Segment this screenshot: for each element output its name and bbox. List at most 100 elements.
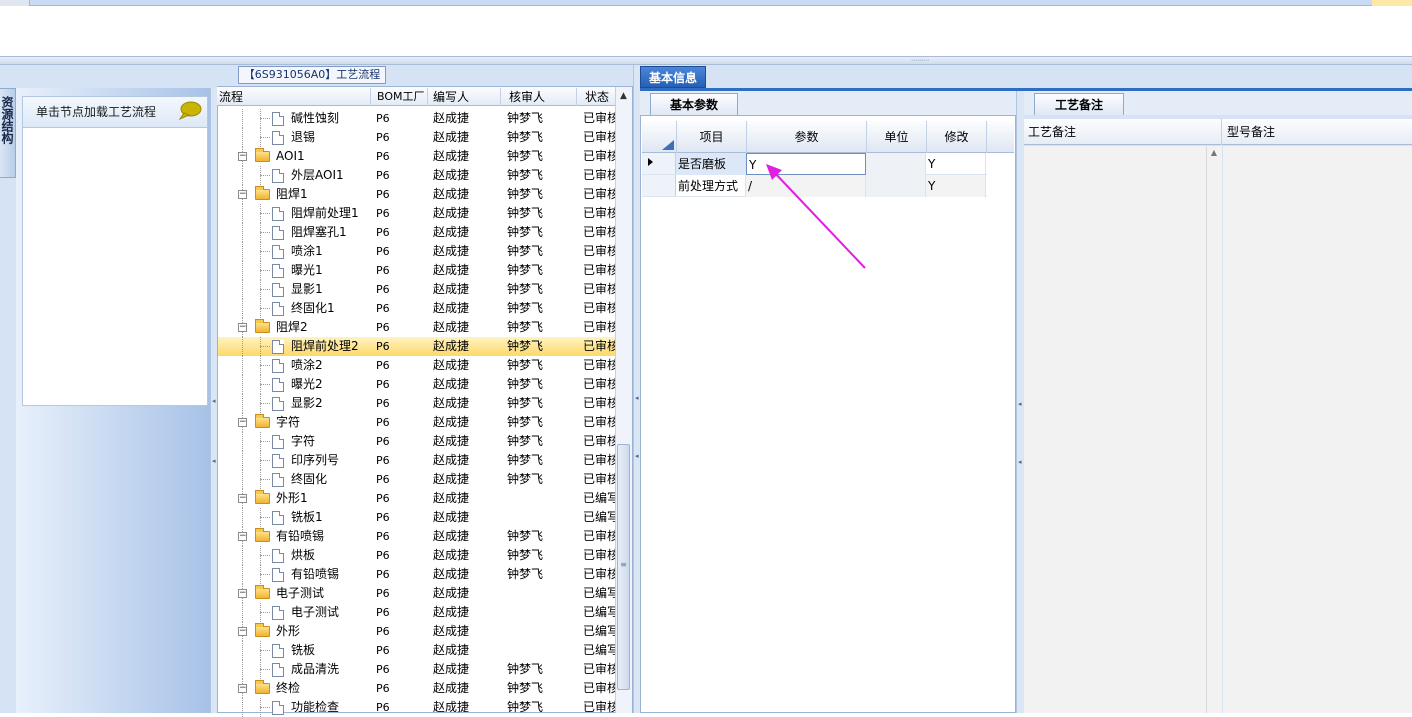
tree-cell-flow: 终固化1 bbox=[291, 301, 335, 315]
tree-cell-checker: 钟梦飞 bbox=[507, 662, 544, 676]
col-header-checker[interactable]: 核审人 bbox=[507, 88, 577, 106]
tree-cell-checker: 钟梦飞 bbox=[507, 130, 544, 144]
process-notes-scrollbar[interactable] bbox=[1206, 146, 1222, 713]
model-notes-textarea[interactable] bbox=[1223, 146, 1412, 713]
tree-row[interactable]: 电子测试 P6 赵成捷 已编写 bbox=[218, 603, 615, 622]
tree-row[interactable]: 喷涂1 P6 赵成捷 钟梦飞 已审核 bbox=[218, 242, 615, 261]
right-vertical-splitter[interactable]: ◂ ◂ bbox=[1016, 91, 1024, 713]
tree-row[interactable]: 显影2 P6 赵成捷 钟梦飞 已审核 bbox=[218, 394, 615, 413]
param-unit[interactable] bbox=[866, 175, 926, 197]
tree-row[interactable]: 功能检查 P6 赵成捷 钟梦飞 已审核 bbox=[218, 698, 615, 717]
process-notes-textarea[interactable] bbox=[1024, 146, 1222, 713]
tab-process-notes[interactable]: 工艺备注 bbox=[1034, 93, 1124, 115]
speech-bubble-icon bbox=[178, 101, 202, 121]
tree-cell-flow: 电子测试 bbox=[291, 605, 340, 619]
tree-row[interactable]: − 有铅喷锡 P6 赵成捷 钟梦飞 已审核 bbox=[218, 527, 615, 546]
middle-vertical-splitter[interactable]: ◂ ◂ bbox=[633, 65, 640, 713]
tree-row[interactable]: − 电子测试 P6 赵成捷 已编写 bbox=[218, 584, 615, 603]
tree-row[interactable]: − 外形1 P6 赵成捷 已编写 bbox=[218, 489, 615, 508]
scroll-up-icon[interactable]: ▲ bbox=[615, 88, 632, 104]
tree-cell-status: 已审核 bbox=[583, 415, 615, 429]
tree-cell-bom: P6 bbox=[376, 454, 390, 467]
tree-row[interactable]: 退锡 P6 赵成捷 钟梦飞 已审核 bbox=[218, 128, 615, 147]
tree-row[interactable]: − 终检 P6 赵成捷 钟梦飞 已审核 bbox=[218, 679, 615, 698]
tree-row[interactable]: 烘板 P6 赵成捷 钟梦飞 已审核 bbox=[218, 546, 615, 565]
splitter-grip-icon[interactable]: ⋯⋯⋯ bbox=[888, 58, 952, 64]
params-col-unit[interactable]: 单位 bbox=[867, 121, 927, 153]
tree-row[interactable]: 铣板 P6 赵成捷 已编写 bbox=[218, 641, 615, 660]
col-header-author[interactable]: 编写人 bbox=[431, 88, 501, 106]
tree-cell-flow: 阻焊2 bbox=[276, 320, 308, 334]
tree-cell-author: 赵成捷 bbox=[433, 510, 470, 524]
tree-cell-bom: P6 bbox=[376, 549, 390, 562]
tree-cell-author: 赵成捷 bbox=[433, 567, 470, 581]
tree-row[interactable]: − 阻焊2 P6 赵成捷 钟梦飞 已审核 bbox=[218, 318, 615, 337]
tree-cell-status: 已审核 bbox=[583, 700, 615, 714]
tree-row[interactable]: 喷涂2 P6 赵成捷 钟梦飞 已审核 bbox=[218, 356, 615, 375]
tree-cell-bom: P6 bbox=[376, 321, 390, 334]
tree-row[interactable]: 显影1 P6 赵成捷 钟梦飞 已审核 bbox=[218, 280, 615, 299]
tree-row[interactable]: 碱性蚀刻 P6 赵成捷 钟梦飞 已审核 bbox=[218, 109, 615, 128]
tree-cell-checker: 钟梦飞 bbox=[507, 472, 544, 486]
tree-cell-author: 赵成捷 bbox=[433, 700, 470, 714]
tree-cell-author: 赵成捷 bbox=[433, 586, 470, 600]
params-col-item[interactable]: 项目 bbox=[677, 121, 747, 153]
tree-cell-author: 赵成捷 bbox=[433, 244, 470, 258]
tree-row[interactable]: − 外形 P6 赵成捷 已编写 bbox=[218, 622, 615, 641]
notes-scroll-up-icon[interactable]: ▲ bbox=[1206, 148, 1222, 157]
tree-cell-flow: 阻焊前处理1 bbox=[291, 206, 359, 220]
tree-cell-bom: P6 bbox=[376, 188, 390, 201]
left-vertical-splitter[interactable]: ◂ ◂ bbox=[210, 88, 217, 713]
col-header-bom[interactable]: BOM工厂 bbox=[375, 88, 428, 106]
tree-cell-flow: 退锡 bbox=[291, 130, 316, 144]
tree-cell-status: 已审核 bbox=[583, 472, 615, 486]
tree-cell-flow: 烘板 bbox=[291, 548, 316, 562]
param-modify[interactable]: Y bbox=[926, 153, 986, 175]
tree-row[interactable]: 阻焊前处理1 P6 赵成捷 钟梦飞 已审核 bbox=[218, 204, 615, 223]
param-item[interactable]: 是否磨板 bbox=[676, 153, 746, 175]
tree-cell-checker: 钟梦飞 bbox=[507, 339, 544, 353]
tree-cell-status: 已审核 bbox=[583, 396, 615, 410]
tree-cell-flow: 阻焊塞孔1 bbox=[291, 225, 347, 239]
tree-cell-checker bbox=[507, 508, 577, 527]
tree-cell-bom: P6 bbox=[376, 625, 390, 638]
tree-row[interactable]: 字符 P6 赵成捷 钟梦飞 已审核 bbox=[218, 432, 615, 451]
tree-row[interactable]: − 字符 P6 赵成捷 钟梦飞 已审核 bbox=[218, 413, 615, 432]
param-item[interactable]: 前处理方式 bbox=[676, 175, 746, 197]
tree-row[interactable]: 铣板1 P6 赵成捷 已编写 bbox=[218, 508, 615, 527]
tree-row[interactable]: 有铅喷锡 P6 赵成捷 钟梦飞 已审核 bbox=[218, 565, 615, 584]
tree-cell-flow: 曝光1 bbox=[291, 263, 323, 277]
tree-cell-status: 已审核 bbox=[583, 681, 615, 695]
tree-row[interactable]: 曝光2 P6 赵成捷 钟梦飞 已审核 bbox=[218, 375, 615, 394]
tree-cell-status: 已审核 bbox=[583, 263, 615, 277]
tree-row[interactable]: 外层AOI1 P6 赵成捷 钟梦飞 已审核 bbox=[218, 166, 615, 185]
col-header-flow[interactable]: 流程 bbox=[217, 88, 371, 106]
tree-row[interactable]: 印序列号 P6 赵成捷 钟梦飞 已审核 bbox=[218, 451, 615, 470]
param-unit[interactable] bbox=[866, 153, 926, 175]
params-col-param[interactable]: 参数 bbox=[747, 121, 867, 153]
param-modify[interactable]: Y bbox=[926, 175, 986, 197]
tree-caption: 【6S931056A0】工艺流程 bbox=[238, 66, 386, 84]
tree-row[interactable]: 阻焊塞孔1 P6 赵成捷 钟梦飞 已审核 bbox=[218, 223, 615, 242]
tab-basic-params[interactable]: 基本参数 bbox=[650, 93, 738, 115]
tree-row[interactable]: 成品清洗 P6 赵成捷 钟梦飞 已审核 bbox=[218, 660, 615, 679]
tree-cell-author: 赵成捷 bbox=[433, 111, 470, 125]
tab-basic-info[interactable]: 基本信息 bbox=[640, 66, 706, 88]
col-header-status[interactable]: 状态 bbox=[583, 88, 615, 106]
tree-row[interactable]: 阻焊前处理2 P6 赵成捷 钟梦飞 已审核 bbox=[218, 337, 615, 356]
tree-cell-checker bbox=[507, 584, 577, 603]
tree-row[interactable]: 终固化1 P6 赵成捷 钟梦飞 已审核 bbox=[218, 299, 615, 318]
tree-cell-author: 赵成捷 bbox=[433, 320, 470, 334]
select-all-corner-icon[interactable] bbox=[662, 140, 674, 150]
tree-row[interactable]: − AOI1 P6 赵成捷 钟梦飞 已审核 bbox=[218, 147, 615, 166]
tree-cell-flow: 成品清洗 bbox=[291, 662, 340, 676]
tree-cell-checker: 钟梦飞 bbox=[507, 567, 544, 581]
tree-row[interactable]: 终固化 P6 赵成捷 钟梦飞 已审核 bbox=[218, 470, 615, 489]
tree-row[interactable]: 曝光1 P6 赵成捷 钟梦飞 已审核 bbox=[218, 261, 615, 280]
horizontal-splitter[interactable] bbox=[0, 56, 1412, 65]
tree-cell-flow: 显影1 bbox=[291, 282, 323, 296]
tree-cell-author: 赵成捷 bbox=[433, 168, 470, 182]
tree-row[interactable]: − 阻焊1 P6 赵成捷 钟梦飞 已审核 bbox=[218, 185, 615, 204]
params-col-modify[interactable]: 修改 bbox=[927, 121, 987, 153]
tree-cell-status: 已审核 bbox=[583, 434, 615, 448]
